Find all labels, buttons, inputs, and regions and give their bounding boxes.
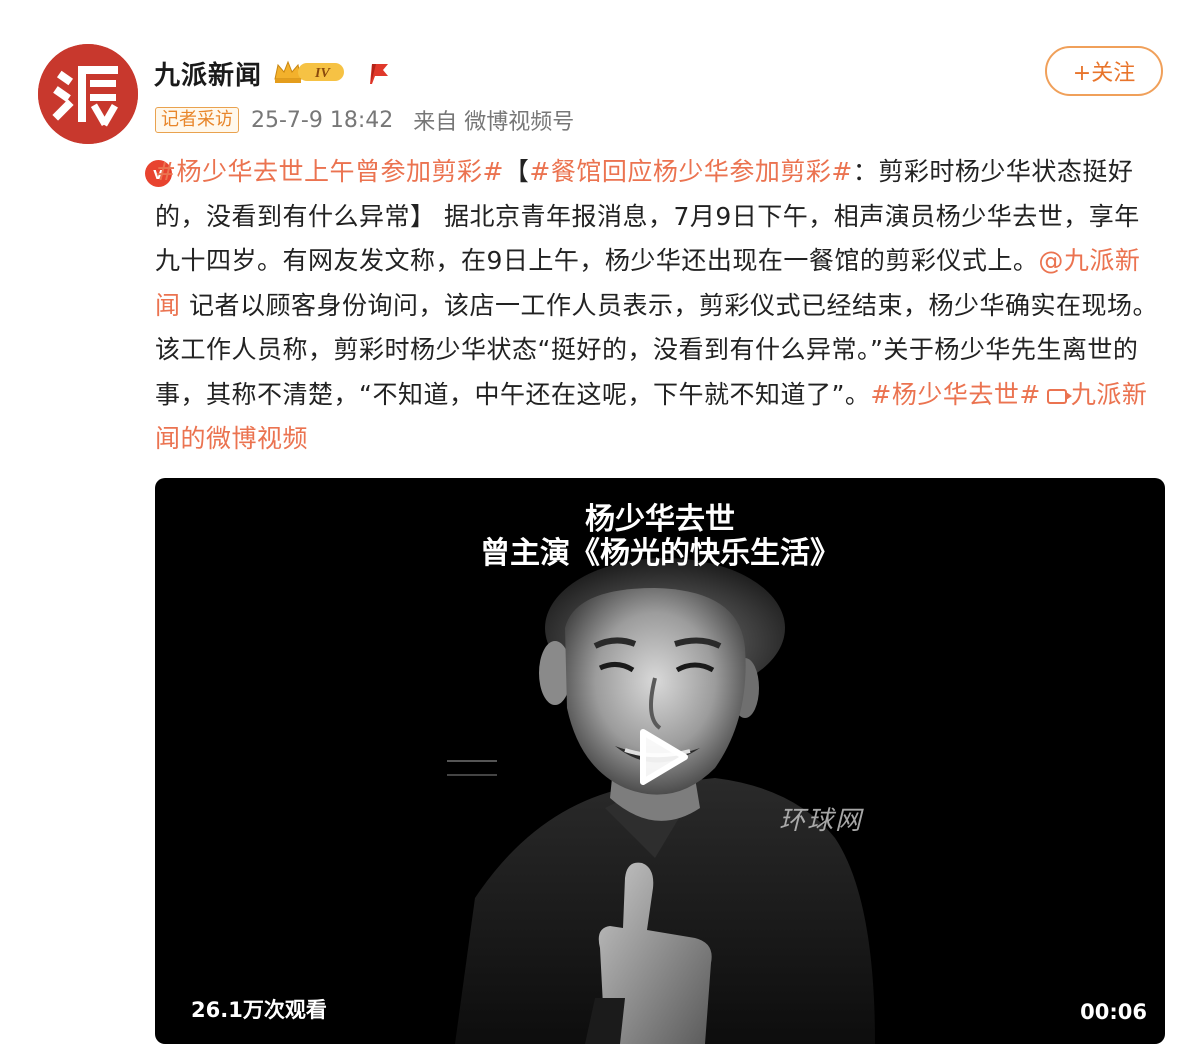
post-text: #杨少华去世上午曾参加剪彩#【#餐馆回应杨少华参加剪彩#：剪彩时杨少华状态挺好的… bbox=[155, 150, 1165, 462]
crown-level-badge: IV bbox=[274, 60, 344, 83]
video-title-line1: 杨少华去世 bbox=[585, 502, 735, 537]
level-badge-text: IV bbox=[314, 66, 331, 81]
video-duration: 00:06 bbox=[1080, 1000, 1147, 1024]
post-meta: 记者采访 25-7-9 18:42 来自 微博视频号 bbox=[155, 105, 574, 135]
video-title-line2: 曾主演《杨光的快乐生活》 bbox=[480, 536, 840, 571]
video-player[interactable]: 杨少华去世 曾主演《杨光的快乐生活》 环球网 26.1万次观看 00:06 bbox=[155, 478, 1165, 1044]
play-icon[interactable] bbox=[629, 726, 691, 788]
hashtag-link[interactable]: #杨少华去世# bbox=[870, 380, 1040, 409]
username[interactable]: 九派新闻 bbox=[154, 55, 262, 92]
text-segment: 【 bbox=[503, 157, 530, 186]
hashtag-link[interactable]: #杨少华去世上午曾参加剪彩# bbox=[155, 157, 504, 186]
video-watermark: 环球网 bbox=[779, 806, 864, 836]
post-source[interactable]: 来自 微博视频号 bbox=[413, 104, 574, 136]
weibo-post: v 九派新闻 IV +关注 记者采访 25-7-9 18:42 来自 微博视频号… bbox=[0, 0, 1200, 1062]
crown-icon bbox=[274, 60, 302, 83]
post-time[interactable]: 25-7-9 18:42 bbox=[251, 108, 393, 133]
red-flag-icon bbox=[370, 64, 388, 84]
view-count: 26.1万次观看 bbox=[191, 998, 327, 1022]
hashtag-link[interactable]: #餐馆回应杨少华参加剪彩# bbox=[529, 157, 852, 186]
reporter-interview-tag: 记者采访 bbox=[155, 107, 239, 133]
follow-button[interactable]: +关注 bbox=[1045, 46, 1163, 96]
avatar[interactable]: v bbox=[38, 44, 174, 189]
jiupai-logo-icon bbox=[38, 44, 138, 144]
video-link-icon bbox=[1046, 388, 1072, 404]
